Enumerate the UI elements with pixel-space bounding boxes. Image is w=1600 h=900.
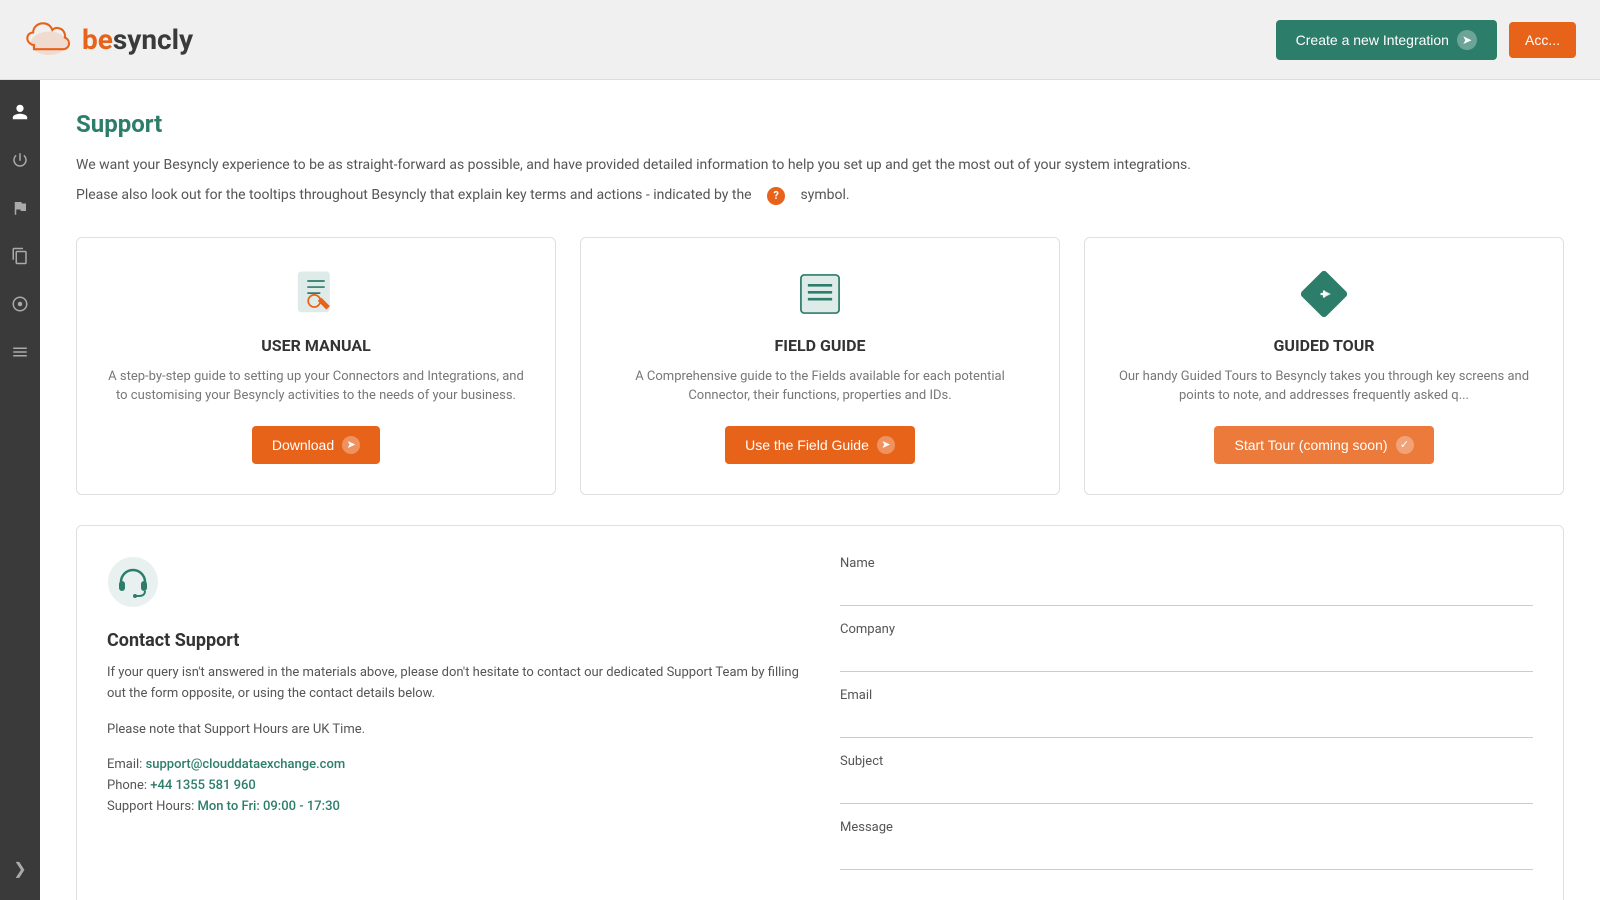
settings-icon [11, 295, 29, 313]
description-2: Please also look out for the tooltips th… [76, 184, 1564, 206]
cards-row: USER MANUAL A step-by-step guide to sett… [76, 237, 1564, 495]
contact-phone: Phone: +44 1355 581 960 [107, 778, 800, 793]
field-guide-desc: A Comprehensive guide to the Fields avai… [605, 367, 1035, 406]
logo-cloud-icon [24, 20, 74, 60]
field-guide-button[interactable]: Use the Field Guide ➤ [725, 426, 915, 464]
subject-label: Subject [840, 754, 1533, 769]
user-manual-desc: A step-by-step guide to setting up your … [101, 367, 531, 406]
guided-tour-title: GUIDED TOUR [1109, 336, 1539, 355]
message-input[interactable] [840, 841, 1533, 870]
sidebar-item-copy[interactable] [4, 240, 36, 272]
user-manual-title: USER MANUAL [101, 336, 531, 355]
power-icon [11, 151, 29, 169]
list-icon [11, 343, 29, 361]
name-input[interactable] [840, 577, 1533, 606]
logo-text: besyncly [82, 23, 193, 56]
arrow-right-icon: ➤ [1457, 30, 1477, 50]
top-header: besyncly Create a new Integration ➤ Acc.… [0, 0, 1600, 80]
email-input[interactable] [840, 709, 1533, 738]
sidebar-item-expand[interactable]: ❯ [4, 852, 36, 884]
email-field-group: Email [840, 688, 1533, 738]
guided-tour-desc: Our handy Guided Tours to Besyncly takes… [1109, 367, 1539, 406]
field-guide-label: Use the Field Guide [745, 437, 869, 453]
sidebar-item-settings[interactable] [4, 288, 36, 320]
email-label: Email [840, 688, 1533, 703]
sidebar-item-list[interactable] [4, 336, 36, 368]
sidebar-item-flag[interactable] [4, 192, 36, 224]
field-guide-title: FIELD GUIDE [605, 336, 1035, 355]
message-label: Message [840, 820, 1533, 835]
field-guide-icon [605, 268, 1035, 320]
account-button[interactable]: Acc... [1509, 22, 1576, 58]
subject-input[interactable] [840, 775, 1533, 804]
start-tour-label: Start Tour (coming soon) [1234, 437, 1387, 453]
contact-section: Contact Support If your query isn't answ… [76, 525, 1564, 900]
guided-tour-card: GUIDED TOUR Our handy Guided Tours to Be… [1084, 237, 1564, 495]
start-tour-arrow-icon: ✓ [1396, 436, 1414, 454]
main-layout: ❯ Support We want your Besyncly experien… [0, 80, 1600, 900]
create-integration-label: Create a new Integration [1296, 32, 1449, 48]
user-manual-card: USER MANUAL A step-by-step guide to sett… [76, 237, 556, 495]
sidebar-item-power[interactable] [4, 144, 36, 176]
description-1: We want your Besyncly experience to be a… [76, 154, 1564, 176]
flag-icon [11, 199, 29, 217]
company-input[interactable] [840, 643, 1533, 672]
name-label: Name [840, 556, 1533, 571]
contact-info: Contact Support If your query isn't answ… [107, 556, 800, 886]
contact-email-link[interactable]: support@clouddataexchange.com [146, 757, 346, 772]
download-label: Download [272, 437, 334, 453]
sidebar-item-user[interactable] [4, 96, 36, 128]
field-guide-card: FIELD GUIDE A Comprehensive guide to the… [580, 237, 1060, 495]
contact-description: If your query isn't answered in the mate… [107, 663, 800, 705]
download-arrow-icon: ➤ [342, 436, 360, 454]
sidebar: ❯ [0, 80, 40, 900]
download-button[interactable]: Download ➤ [252, 426, 380, 464]
contact-email: Email: support@clouddataexchange.com [107, 757, 800, 772]
field-guide-arrow-icon: ➤ [877, 436, 895, 454]
logo-area: besyncly [24, 20, 193, 60]
tooltip-symbol: ? [767, 187, 785, 205]
user-icon [11, 103, 29, 121]
headset-icon [107, 556, 800, 618]
guided-tour-icon [1109, 268, 1539, 320]
company-field-group: Company [840, 622, 1533, 672]
page-title: Support [76, 110, 1564, 138]
user-manual-icon [101, 268, 531, 320]
content-area: Support We want your Besyncly experience… [40, 80, 1600, 900]
copy-icon [11, 247, 29, 265]
company-label: Company [840, 622, 1533, 637]
message-field-group: Message [840, 820, 1533, 870]
name-field-group: Name [840, 556, 1533, 606]
subject-field-group: Subject [840, 754, 1533, 804]
create-integration-button[interactable]: Create a new Integration ➤ [1276, 20, 1497, 60]
contact-title: Contact Support [107, 630, 800, 651]
header-right: Create a new Integration ➤ Acc... [1276, 20, 1576, 60]
contact-form: Name Company Email Subject Message [840, 556, 1533, 886]
contact-note: Please note that Support Hours are UK Ti… [107, 720, 800, 741]
start-tour-button[interactable]: Start Tour (coming soon) ✓ [1214, 426, 1433, 464]
contact-hours: Support Hours: Mon to Fri: 09:00 - 17:30 [107, 799, 800, 814]
